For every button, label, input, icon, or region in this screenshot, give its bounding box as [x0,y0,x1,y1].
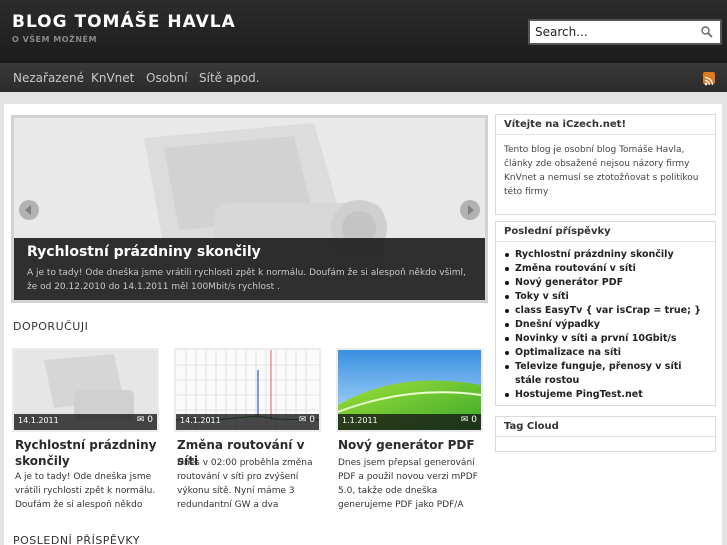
site-header: BLOG TOMÁŠE HAVLA O VŠEM MOŽNÉM [0,0,727,63]
nav-item-nezarazene[interactable]: Nezařazené [13,71,84,85]
post-link[interactable]: Nový generátor PDF [504,276,709,290]
recommended-heading: DOPORUČUJI [13,320,89,333]
site-subtitle: O VŠEM MOŽNÉM [12,35,97,44]
tag-cloud-widget: Tag Cloud [495,416,716,452]
slider-caption: Rychlostní prázdniny skončily A je to ta… [14,238,485,300]
post-link[interactable]: Rychlostní prázdniny skončily [504,248,709,262]
post-link[interactable]: class EasyTv { var isCrap = true; } [504,304,709,318]
card-image[interactable]: 1.1.2011 ✉ 0 [336,348,483,432]
latest-posts-widget: Poslední příspěvky Rychlostní prázdniny … [495,221,716,406]
card-date: 1.1.2011 [342,416,378,425]
main-nav: Nezařazené KnVnet Osobní Sítě apod. [0,63,727,92]
post-link[interactable]: Televize funguje, přenosy v síti stále r… [504,360,709,388]
card-date: 14.1.2011 [180,416,221,425]
latest-posts-list: Rychlostní prázdniny skončily Změna rout… [496,242,715,402]
card-date: 14.1.2011 [18,416,59,425]
widget-title: Vítejte na iCzech.net! [496,115,715,135]
card-title[interactable]: Rychlostní prázdniny skončily [15,437,165,469]
card-image[interactable]: 14.1.2011 ✉ 0 [174,348,321,432]
card-meta-bar: 14.1.2011 ✉ 0 [14,414,157,430]
card-meta-bar: 1.1.2011 ✉ 0 [338,414,481,430]
latest-heading: POSLEDNÍ PŘÍSPĚVKY [13,534,140,545]
card-excerpt: A je to tady! Ode dneška jsme vrátili ry… [15,472,156,510]
card-excerpt: Dnes jsem přepsal generování PDF a použi… [338,458,478,510]
comment-count[interactable]: ✉ 0 [299,415,315,425]
post-link[interactable]: Optimalizace na síti [504,346,709,360]
card-meta-bar: 14.1.2011 ✉ 0 [176,414,319,430]
post-link[interactable]: Dnešní výpadky [504,318,709,332]
search-input[interactable] [530,21,690,43]
card-title[interactable]: Nový generátor PDF [338,437,488,453]
welcome-widget: Vítejte na iCzech.net! Tento blog je oso… [495,114,716,215]
comment-icon: ✉ [298,415,307,425]
nav-item-knvnet[interactable]: KnVnet [91,71,134,85]
widget-title: Tag Cloud [496,417,715,437]
card-image[interactable]: 14.1.2011 ✉ 0 [12,348,159,432]
site-title[interactable]: BLOG TOMÁŠE HAVLA [12,12,236,32]
slider-title[interactable]: Rychlostní prázdniny skončily [27,244,261,260]
search-box[interactable] [528,19,722,45]
nav-item-osobni[interactable]: Osobní [146,71,188,85]
comment-count[interactable]: ✉ 0 [137,415,153,425]
card-excerpt: Dnes v 02:00 proběhla změna routování v … [177,458,313,510]
welcome-text: Tento blog je osobní blog Tomáše Havla, … [504,145,699,197]
featured-slider[interactable]: Rychlostní prázdniny skončily A je to ta… [11,115,488,303]
search-icon[interactable] [700,25,714,39]
slider-next-button[interactable] [460,200,480,220]
comment-count[interactable]: ✉ 0 [461,415,477,425]
widget-title: Poslední příspěvky [496,222,715,242]
slider-text: A je to tady! Ode dneška jsme vrátili ry… [27,268,466,292]
nav-item-site[interactable]: Sítě apod. [199,71,260,85]
slider-prev-button[interactable] [19,200,39,220]
post-link[interactable]: Novinky v síti a první 10Gbit/s [504,332,709,346]
post-link[interactable]: Změna routování v síti [504,262,709,276]
comment-icon: ✉ [460,415,469,425]
rss-icon[interactable] [703,72,715,86]
post-link[interactable]: Hostujeme PingTest.net [504,388,709,402]
comment-icon: ✉ [136,415,145,425]
post-link[interactable]: Toky v síti [504,290,709,304]
